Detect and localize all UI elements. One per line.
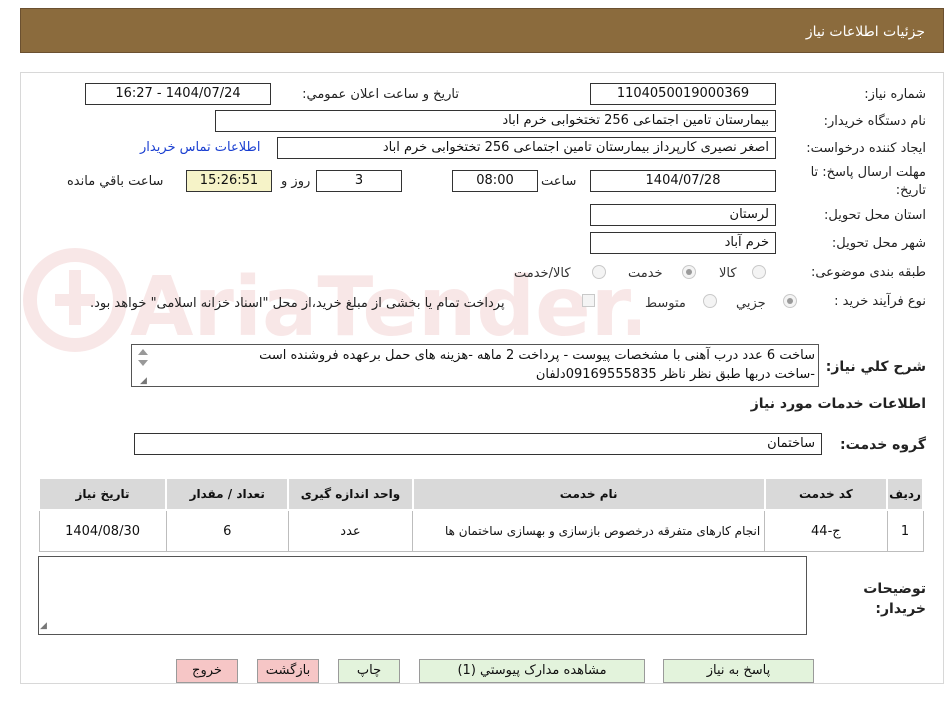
exit-button[interactable]: خروج [176,659,238,683]
col-header-service-name: نام خدمت [411,477,766,511]
city-label: شهر محل تحویل: [831,236,926,251]
notes-resize-handle-icon[interactable]: ◢ [40,621,47,631]
city-field: خرم آباد [590,232,776,254]
category-option-service: خدمت [628,266,663,281]
category-label: طبقه بندی موضوعی: [810,265,926,280]
process-label: نوع فرآیند خرید : [834,294,926,309]
page-header: جزئیات اطلاعات نیاز [20,8,944,53]
cell-unit: عدد [287,509,414,552]
province-label: استان محل تحویل: [824,208,926,223]
category-option-goods: کالا [719,266,737,281]
buyer-org-field: بیمارستان تامین اجتماعی 256 تختخوابی خرم… [215,110,776,132]
cell-service-code: ج-44 [764,509,888,552]
need-number-field: 1104050019000369 [590,83,776,105]
cell-quantity: 6 [165,509,289,552]
deadline-date-field: 1404/07/28 [590,170,776,192]
remaining-label: ساعت باقي مانده [67,174,164,189]
announce-field: 1404/07/24 - 16:27 [85,83,271,105]
service-group-label: گروه خدمت: [840,437,926,453]
col-header-service-code: کد خدمت [763,477,889,511]
remaining-time-field: 15:26:51 [186,170,272,192]
description-scrollbar[interactable]: ◢ [132,345,154,386]
buyer-notes-textarea[interactable] [38,556,807,635]
cell-row-number: 1 [886,509,924,552]
col-header-row-number: ردیف [886,477,924,511]
category-radio-goods-service[interactable] [592,265,606,279]
scroll-up-icon[interactable] [138,349,148,355]
announce-label: تاریخ و ساعت اعلان عمومي: [302,87,459,102]
description-line-2: -ساخت دربها طبق نظر ناظر 09169555835دلفا… [535,367,815,382]
resize-handle-icon[interactable]: ◢ [140,376,147,386]
deadline-time-field: 08:00 [452,170,538,192]
treasury-checkbox[interactable] [582,294,595,307]
category-radio-goods[interactable] [752,265,766,279]
services-title: اطلاعات خدمات مورد نیاز [750,396,926,412]
deadline-time-label: ساعت [541,174,577,189]
requester-label: ایجاد کننده درخواست: [806,141,926,156]
process-radio-medium[interactable] [703,294,717,308]
col-header-need-date: تاریخ نیاز [37,477,168,511]
category-radio-service[interactable] [682,265,696,279]
buyer-notes-label: توضیحات خریدار: [863,581,926,617]
col-header-unit: واحد اندازه گیری [287,477,414,511]
service-group-field: ساختمان [134,433,822,455]
process-radio-minor[interactable] [783,294,797,308]
payment-note: پرداخت تمام یا بخشی از مبلغ خرید،از محل … [90,296,505,311]
page-title: جزئیات اطلاعات نیاز [805,24,925,40]
need-number-label: شماره نیاز: [864,87,926,102]
view-attachments-button[interactable]: مشاهده مدارک پیوستي (1) [419,659,645,683]
process-option-medium: متوسط [645,296,686,311]
services-table: ردیف کد خدمت نام خدمت واحد اندازه گیری ت… [37,477,924,552]
requester-field: اصغر نصیری کارپرداز بیمارستان تامین اجتم… [277,137,776,159]
description-textarea[interactable]: ساخت 6 عدد درب آهنی با مشخصات پیوست - پر… [131,344,819,387]
col-header-quantity: تعداد / مقدار [165,477,290,511]
back-button[interactable]: بازگشت [257,659,319,683]
deadline-label: مهلت ارسال پاسخ: تا تاریخ: [810,165,926,198]
buyer-contact-link[interactable]: اطلاعات تماس خریدار [140,140,260,155]
table-header-row: ردیف کد خدمت نام خدمت واحد اندازه گیری ت… [37,477,924,511]
province-field: لرستان [590,204,776,226]
category-option-goods-service: کالا/خدمت [514,266,571,281]
print-button[interactable]: چاپ [338,659,400,683]
buyer-org-label: نام دستگاه خریدار: [823,114,926,129]
days-label: روز و [281,174,311,189]
table-row: 1 ج-44 انجام کارهای متفرقه درخصوص بازساز… [38,509,924,552]
days-field: 3 [316,170,402,192]
cell-need-date: 1404/08/30 [38,509,167,552]
reply-button[interactable]: پاسخ به نیاز [663,659,814,683]
description-label: شرح کلي نیاز: [825,359,926,375]
cell-service-name: انجام کارهای متفرقه درخصوص بازسازی و بهس… [412,509,766,552]
scroll-down-icon[interactable] [138,360,148,366]
description-line-1: ساخت 6 عدد درب آهنی با مشخصات پیوست - پر… [259,348,815,363]
process-option-minor: جزيي [736,296,766,311]
